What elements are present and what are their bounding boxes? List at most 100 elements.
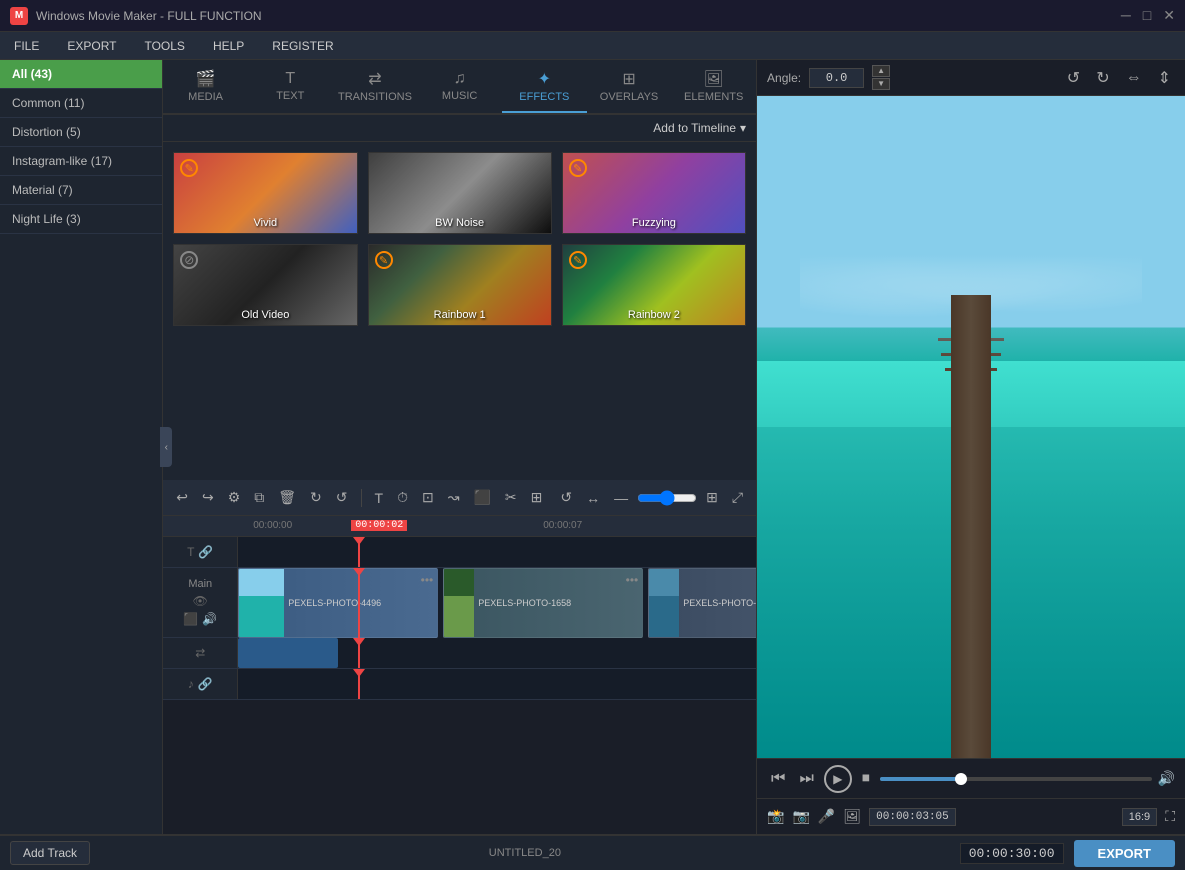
rotate2-btn[interactable]: ↺ bbox=[331, 487, 353, 508]
fullscreen-btn[interactable]: ⤢ bbox=[727, 487, 748, 508]
window-controls[interactable]: ─ □ ✕ bbox=[1121, 7, 1175, 24]
copy-btn[interactable]: ⧉ bbox=[249, 487, 269, 508]
tab-text[interactable]: T TEXT bbox=[248, 60, 333, 113]
grid-btn[interactable]: ⊞ bbox=[526, 487, 548, 508]
angle-down-btn[interactable]: ▼ bbox=[872, 78, 890, 90]
effects-track-row: ⇄ bbox=[163, 638, 756, 669]
category-instagram[interactable]: Instagram-like (17) bbox=[0, 147, 162, 176]
add-to-timeline-btn[interactable]: Add to Timeline ▾ bbox=[653, 121, 746, 135]
rotate-ccw-btn[interactable]: ↺ bbox=[1063, 66, 1084, 90]
category-distortion[interactable]: Distortion (5) bbox=[0, 118, 162, 147]
effect-oldvideo-label: Old Video bbox=[174, 309, 356, 321]
mic-btn[interactable]: 🎤 bbox=[818, 808, 835, 825]
clip-1[interactable]: PEXELS-PHOTO-4496 ••• bbox=[238, 568, 438, 638]
angle-up-btn[interactable]: ▲ bbox=[872, 65, 890, 77]
text-link-btn[interactable]: 🔗 bbox=[198, 545, 213, 559]
play-btn[interactable]: ▶ bbox=[824, 765, 852, 793]
settings-btn[interactable]: ⚙ bbox=[223, 487, 246, 508]
tab-media[interactable]: 🎬 MEDIA bbox=[163, 60, 248, 113]
vol-btn[interactable]: 🔊 bbox=[202, 612, 217, 626]
screenshot-btn[interactable]: 🖼 bbox=[843, 808, 861, 825]
loop-btn[interactable]: ↺ bbox=[555, 487, 577, 508]
effects-track-content bbox=[238, 638, 756, 668]
effect-oldvideo[interactable]: ⊘ Old Video bbox=[173, 244, 357, 326]
pencil-icon-3: ✎ bbox=[375, 251, 393, 269]
tab-elements[interactable]: 🖼 ELEMENTS bbox=[671, 60, 756, 113]
flip-h-btn[interactable]: ⇔ bbox=[1122, 67, 1146, 89]
fx-arrow-btn[interactable]: ⇄ bbox=[195, 646, 205, 660]
tab-music[interactable]: ♫ MUSIC bbox=[417, 60, 502, 113]
fullscreen-preview-btn[interactable]: ⛶ bbox=[1165, 808, 1175, 825]
skip-start-btn[interactable]: ⏮ bbox=[767, 768, 789, 790]
tab-effects[interactable]: ✦ EFFECTS bbox=[502, 60, 587, 113]
clip-2-label: PEXELS-PHOTO-1658 bbox=[474, 598, 575, 608]
square-btn[interactable]: ⬛ bbox=[183, 612, 198, 626]
category-common[interactable]: Common (11) bbox=[0, 89, 162, 118]
clip-3[interactable]: PEXELS-PHOTO-4140 ••• bbox=[648, 568, 756, 638]
audio-link-btn[interactable]: 🔗 bbox=[198, 677, 213, 691]
ruler-7: 00:00:07 bbox=[543, 520, 582, 531]
effect-rainbow2[interactable]: ✎ Rainbow 2 bbox=[562, 244, 746, 326]
add-track-btn[interactable]: Add Track bbox=[10, 841, 90, 865]
effects-toolbar: Add to Timeline ▾ bbox=[163, 115, 756, 142]
progress-bar[interactable] bbox=[880, 777, 1152, 781]
tab-overlays[interactable]: ⊞ OVERLAYS bbox=[587, 60, 672, 113]
menu-tools[interactable]: TOOLS bbox=[130, 32, 198, 59]
project-timecode: 00:00:30:00 bbox=[960, 843, 1064, 864]
menu-export[interactable]: EXPORT bbox=[53, 32, 130, 59]
effect-vivid-label: Vivid bbox=[174, 217, 356, 229]
export-btn[interactable]: EXPORT bbox=[1074, 840, 1175, 867]
rotate-cw-btn[interactable]: ↻ bbox=[1092, 66, 1113, 90]
effect-vivid[interactable]: ✎ Vivid bbox=[173, 152, 357, 234]
text-tool-btn[interactable]: T bbox=[187, 545, 194, 559]
flip-v-btn[interactable]: ⇕ bbox=[1154, 66, 1175, 90]
effect-rainbow1[interactable]: ✎ Rainbow 1 bbox=[368, 244, 552, 326]
category-all[interactable]: All (43) bbox=[0, 60, 162, 89]
clip-3-label: PEXELS-PHOTO-4140 bbox=[679, 598, 756, 608]
category-material[interactable]: Material (7) bbox=[0, 176, 162, 205]
prev-frame-btn[interactable]: ⏭ bbox=[795, 768, 817, 790]
effect-bwnoise[interactable]: BW Noise bbox=[368, 152, 552, 234]
pencil-icon-4: ✎ bbox=[569, 251, 587, 269]
rotate-btn[interactable]: ↻ bbox=[305, 487, 327, 508]
redo-btn[interactable]: ↪ bbox=[197, 487, 219, 508]
eye-btn[interactable]: 👁 bbox=[193, 594, 208, 608]
effects-panel: 🎬 MEDIA T TEXT ⇄ TRANSITIONS ♫ MUSIC ✦ E… bbox=[163, 60, 756, 834]
zoom-in-btn[interactable]: ⊞ bbox=[701, 487, 723, 508]
effect-fuzzying[interactable]: ✎ Fuzzying bbox=[562, 152, 746, 234]
collapse-panel-btn[interactable]: ‹ bbox=[160, 427, 172, 467]
effects-clip[interactable] bbox=[238, 638, 338, 668]
clip-2[interactable]: PEXELS-PHOTO-1658 ••• bbox=[443, 568, 643, 638]
scissors-btn[interactable]: ✂ bbox=[500, 487, 522, 508]
shape-btn[interactable]: ⬛ bbox=[468, 487, 495, 508]
text-icon: T bbox=[285, 70, 295, 88]
clip-1-preview bbox=[239, 569, 284, 637]
audio-note-btn[interactable]: ♪ bbox=[188, 677, 194, 691]
menu-file[interactable]: FILE bbox=[0, 32, 53, 59]
filename: UNTITLED_20 bbox=[90, 847, 960, 859]
clock-btn[interactable]: ⏱ bbox=[392, 487, 413, 508]
text-btn[interactable]: T bbox=[370, 488, 389, 508]
undo-btn[interactable]: ↩ bbox=[171, 487, 193, 508]
angle-input[interactable] bbox=[809, 68, 864, 88]
crop-btn[interactable]: ⊡ bbox=[417, 487, 439, 508]
clip-1-dots[interactable]: ••• bbox=[421, 573, 434, 587]
clip-2-dots[interactable]: ••• bbox=[626, 573, 639, 587]
main-track-label: Main 👁 ⬛ 🔊 bbox=[163, 568, 238, 637]
close-btn[interactable]: ✕ bbox=[1163, 7, 1175, 24]
minimize-btn[interactable]: ─ bbox=[1121, 7, 1131, 24]
snapshot-btn[interactable]: 📸 bbox=[767, 808, 784, 825]
menu-register[interactable]: REGISTER bbox=[258, 32, 347, 59]
maximize-btn[interactable]: □ bbox=[1143, 7, 1151, 24]
zoom-out-btn[interactable]: — bbox=[609, 488, 633, 508]
volume-icon[interactable]: 🔊 bbox=[1158, 770, 1175, 787]
zoom-slider[interactable] bbox=[637, 490, 697, 506]
menu-help[interactable]: HELP bbox=[199, 32, 258, 59]
category-nightlife[interactable]: Night Life (3) bbox=[0, 205, 162, 234]
anim-btn[interactable]: ↝ bbox=[443, 487, 465, 508]
delete-btn[interactable]: 🗑 bbox=[273, 487, 301, 508]
expand-btn[interactable]: ↔ bbox=[581, 488, 605, 508]
tab-transitions[interactable]: ⇄ TRANSITIONS bbox=[333, 60, 418, 113]
stop-btn[interactable]: ⏹ bbox=[858, 768, 874, 790]
camera-btn[interactable]: 📷 bbox=[792, 808, 809, 825]
